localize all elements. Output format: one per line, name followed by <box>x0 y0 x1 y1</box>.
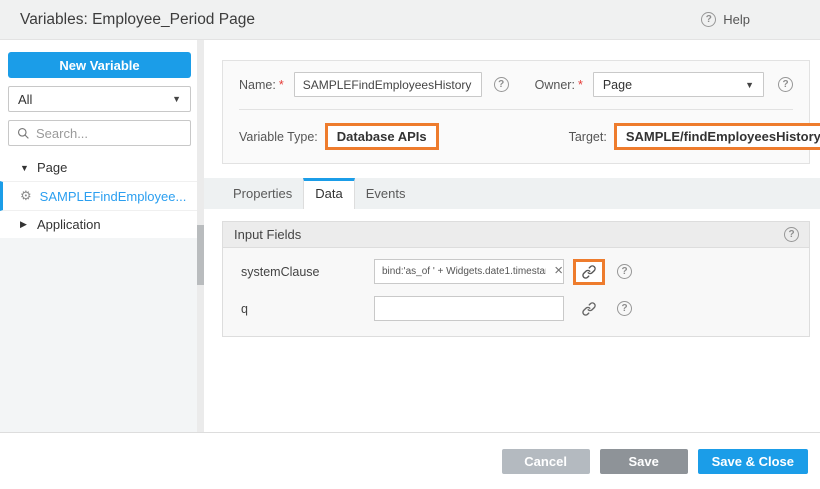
chevron-down-icon: ▼ <box>745 80 754 90</box>
systemclause-input-wrap: × <box>374 259 564 284</box>
required-marker: * <box>578 78 583 92</box>
tree-group-application[interactable]: ▶ Application <box>0 211 197 238</box>
page-title: Variables: Employee_Period Page <box>20 11 255 29</box>
type-target-row: Variable Type: Database APIs Target: SAM… <box>239 123 793 150</box>
field-label: systemClause <box>241 265 374 279</box>
name-label: Name: <box>239 78 276 92</box>
tab-data[interactable]: Data <box>303 178 354 209</box>
clear-binding-icon[interactable]: × <box>554 262 563 280</box>
save-close-button[interactable]: Save & Close <box>698 449 808 474</box>
owner-label: Owner: <box>535 78 575 92</box>
variable-search[interactable] <box>8 120 191 146</box>
service-variable-icon: ⚙ <box>20 188 32 204</box>
caret-right-icon[interactable]: ▶ <box>20 219 37 230</box>
chevron-down-icon: ▼ <box>172 94 181 104</box>
tab-events[interactable]: Events <box>355 178 417 209</box>
field-row-systemclause: systemClause × ? <box>223 253 809 290</box>
help-button[interactable]: ? Help <box>701 12 750 27</box>
variable-summary-panel: Name: * ? Owner: * Page ▼ ? Variable Typ… <box>222 60 810 164</box>
variable-type-value-annotated: Database APIs <box>325 123 439 150</box>
input-fields-header: Input Fields ? <box>223 222 809 248</box>
tree-group-page[interactable]: ▼ Page <box>0 154 197 181</box>
cancel-button[interactable]: Cancel <box>502 449 590 474</box>
search-icon <box>17 127 30 140</box>
required-marker: * <box>279 78 284 92</box>
dialog-header: Variables: Employee_Period Page ? Help <box>0 0 820 40</box>
name-owner-row: Name: * ? Owner: * Page ▼ ? <box>239 72 793 97</box>
sidebar-scrollbar-thumb[interactable] <box>197 225 204 285</box>
search-input[interactable] <box>36 126 182 141</box>
name-input[interactable] <box>294 72 482 97</box>
tree-group-application-label: Application <box>37 217 101 232</box>
systemclause-input[interactable] <box>374 259 564 284</box>
save-button[interactable]: Save <box>600 449 688 474</box>
q-input-wrap <box>374 296 564 321</box>
owner-help-icon[interactable]: ? <box>778 77 793 92</box>
variable-type-label: Variable Type: <box>239 130 318 144</box>
input-fields-body: systemClause × ? <box>223 248 809 336</box>
variables-sidebar: New Variable All ▼ ▼ Page ⚙ SA <box>0 40 197 432</box>
q-input[interactable] <box>374 296 564 321</box>
dialog-footer: Cancel Save Save & Close <box>0 432 820 489</box>
tree-item-label: SAMPLEFindEmployee... <box>40 189 187 204</box>
input-fields-help-icon[interactable]: ? <box>784 227 799 242</box>
tree-group-page-label: Page <box>37 160 67 175</box>
help-label[interactable]: Help <box>723 12 750 27</box>
caret-down-icon[interactable]: ▼ <box>20 163 37 173</box>
sidebar-scrollbar[interactable] <box>197 40 204 432</box>
help-icon[interactable]: ? <box>701 12 716 27</box>
owner-dropdown[interactable]: Page ▼ <box>593 72 764 97</box>
input-fields-section: Input Fields ? systemClause × <box>222 221 810 337</box>
link-icon <box>581 301 597 317</box>
variable-filter-value: All <box>18 92 32 107</box>
variables-dialog: Variables: Employee_Period Page ? Help N… <box>0 0 820 489</box>
variable-filter-dropdown[interactable]: All ▼ <box>8 86 191 112</box>
q-help-icon[interactable]: ? <box>617 301 632 316</box>
target-label: Target: <box>569 130 607 144</box>
field-row-q: q ? <box>223 290 809 327</box>
new-variable-button[interactable]: New Variable <box>8 52 191 78</box>
tree-item-selected-variable[interactable]: ⚙ SAMPLEFindEmployee... <box>0 181 197 211</box>
sidebar-empty-area <box>0 238 197 432</box>
input-fields-title: Input Fields <box>234 227 301 242</box>
target-value-annotated: SAMPLE/findEmployeesHistory <box>614 123 820 150</box>
field-label: q <box>241 302 374 316</box>
tab-properties[interactable]: Properties <box>222 178 303 209</box>
detail-tabs: Properties Data Events <box>204 178 820 209</box>
systemclause-bind-button-annotated[interactable] <box>573 259 605 285</box>
systemclause-help-icon[interactable]: ? <box>617 264 632 279</box>
q-bind-button[interactable] <box>573 296 605 322</box>
owner-value: Page <box>603 78 632 92</box>
panel-divider <box>239 109 793 110</box>
dialog-body: New Variable All ▼ ▼ Page ⚙ SA <box>0 40 820 432</box>
variable-detail-panel: Name: * ? Owner: * Page ▼ ? Variable Typ… <box>204 40 820 432</box>
variables-tree: ▼ Page ⚙ SAMPLEFindEmployee... ▶ Applica… <box>0 154 197 238</box>
link-icon <box>581 264 597 280</box>
name-help-icon[interactable]: ? <box>494 77 509 92</box>
